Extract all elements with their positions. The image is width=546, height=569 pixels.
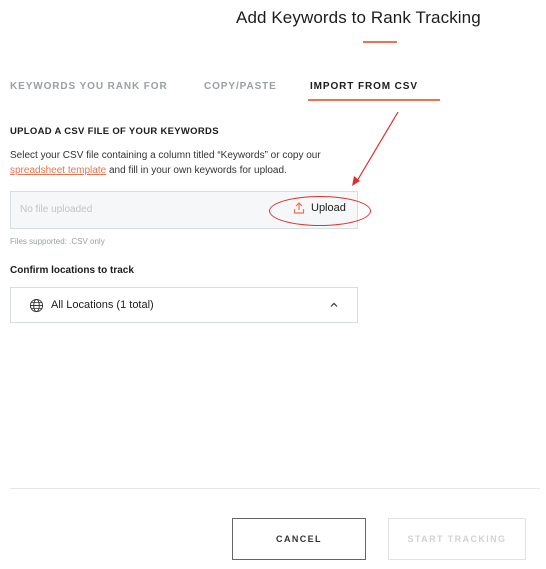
start-tracking-button[interactable]: START TRACKING: [388, 518, 526, 560]
file-placeholder: No file uploaded: [20, 204, 93, 215]
spreadsheet-template-link[interactable]: spreadsheet template: [10, 165, 106, 176]
chevron-up-icon: [330, 302, 338, 307]
modal-title: Add Keywords to Rank Tracking: [236, 8, 481, 27]
locations-dropdown[interactable]: All Locations (1 total): [10, 287, 358, 323]
cancel-button[interactable]: CANCEL: [232, 518, 366, 560]
locations-selected-value: All Locations (1 total): [51, 299, 154, 311]
upload-description: Select your CSV file containing a column…: [10, 148, 370, 178]
globe-icon: [29, 298, 44, 313]
upload-section-heading: UPLOAD A CSV FILE OF YOUR KEYWORDS: [10, 126, 219, 137]
upload-button-label: Upload: [311, 202, 346, 214]
confirm-locations-label: Confirm locations to track: [10, 265, 134, 276]
upload-button[interactable]: Upload: [293, 202, 346, 214]
description-text-end: and fill in your own keywords for upload…: [106, 165, 287, 176]
description-text-start: Select your CSV file containing a column…: [10, 150, 321, 161]
title-accent-rule: [363, 41, 397, 43]
tab-import-from-csv[interactable]: IMPORT FROM CSV: [310, 81, 418, 92]
files-supported-note: Files supported: .CSV only: [10, 237, 105, 246]
upload-icon: [293, 202, 305, 214]
active-tab-underline: [308, 99, 440, 101]
footer-divider: [10, 488, 540, 489]
tab-keywords-you-rank-for[interactable]: KEYWORDS YOU RANK FOR: [10, 81, 168, 92]
tab-copy-paste[interactable]: COPY/PASTE: [204, 81, 277, 92]
file-upload-field[interactable]: No file uploaded Upload: [10, 191, 371, 229]
